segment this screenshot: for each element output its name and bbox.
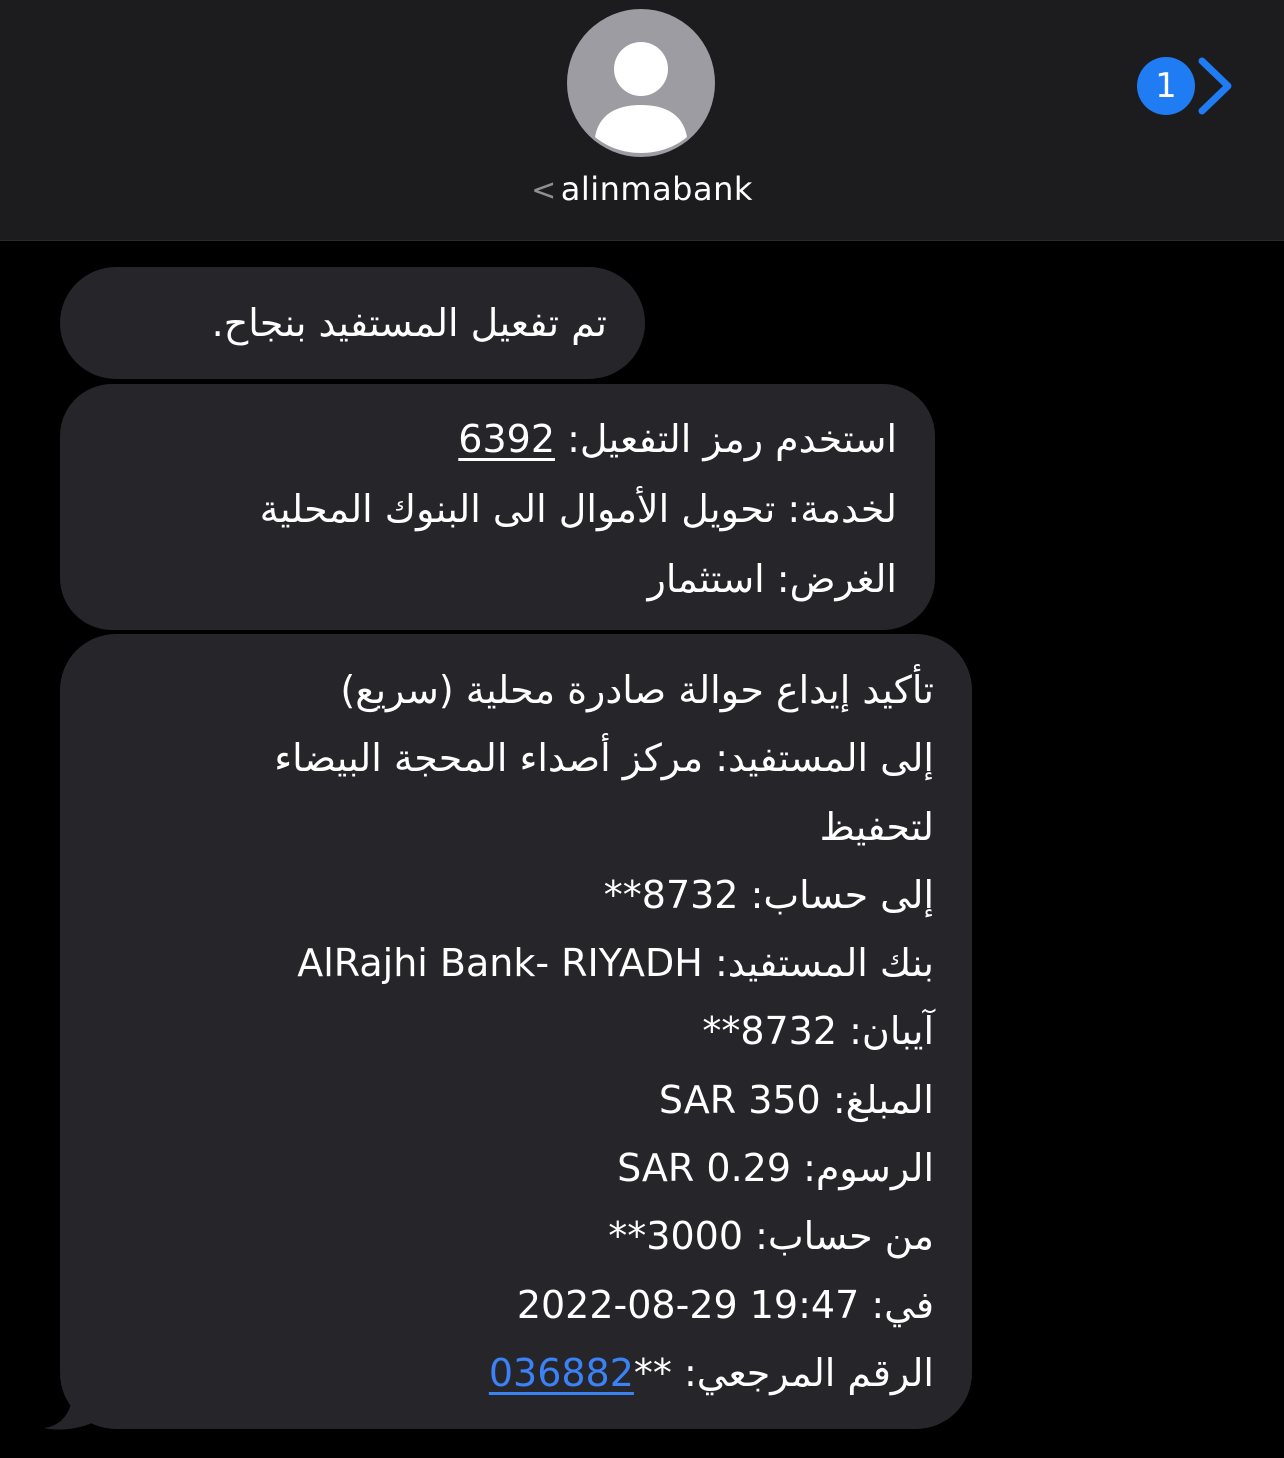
to-account-line: إلى حساب: **8732: [98, 861, 934, 929]
reference-line: الرقم المرجعي: 036882**: [98, 1339, 934, 1407]
from-account-value: **3000: [608, 1214, 744, 1259]
reference-prefix: **: [633, 1350, 672, 1395]
activation-code-label: استخدم رمز التفعيل:: [555, 417, 897, 461]
activation-code-line: استخدم رمز التفعيل: 6392: [98, 404, 897, 474]
iban-label: آيبان:: [837, 1009, 934, 1054]
amount-line: المبلغ: SAR 350: [98, 1066, 934, 1134]
back-chevron-icon: <: [531, 173, 557, 208]
fees-line: الرسوم: SAR 0.29: [98, 1134, 934, 1202]
unread-count-badge[interactable]: 1: [1137, 57, 1195, 115]
iban-value: **8732: [702, 1009, 838, 1054]
from-account-line: من حساب: **3000: [98, 1202, 934, 1270]
beneficiary-line-continued: لتحفيظ: [819, 804, 934, 849]
beneficiary-bank-line: بنك المستفيد: AlRajhi Bank- RIYADH: [98, 929, 934, 997]
amount-label: المبلغ:: [820, 1077, 934, 1122]
to-account-label: إلى حساب:: [738, 872, 934, 917]
from-account-label: من حساب:: [743, 1214, 934, 1259]
bubble-tail: [44, 1400, 98, 1430]
contact-avatar[interactable]: [567, 9, 715, 157]
to-account-value: **8732: [603, 872, 739, 917]
reference-value: 036882**: [489, 1351, 672, 1395]
beneficiary-bank-value: AlRajhi Bank- RIYADH: [297, 941, 703, 986]
reference-number-link[interactable]: 036882: [489, 1351, 634, 1395]
conversation-header: < alinmabank 1: [0, 0, 1284, 241]
contact-name: alinmabank: [560, 170, 753, 208]
datetime-label: في:: [859, 1282, 934, 1327]
fees-label: الرسوم:: [791, 1146, 934, 1191]
iban-line: آيبان: **8732: [98, 997, 934, 1065]
message-text: تم تفعيل المستفيد بنجاح.: [211, 301, 607, 345]
message-bubble-activation-code[interactable]: استخدم رمز التفعيل: 6392 لخدمة: تحويل ال…: [60, 384, 935, 630]
beneficiary-line: إلى المستفيد: مركز أصداء المحجة البيضاء: [274, 736, 934, 781]
chevron-right-icon[interactable]: [1192, 55, 1236, 117]
message-bubble-transfer-confirmation[interactable]: تأكيد إيداع حوالة صادرة محلية (سريع) إلى…: [60, 634, 972, 1429]
fees-value: SAR 0.29: [617, 1146, 792, 1191]
service-line: لخدمة: تحويل الأموال الى البنوك المحلية: [259, 487, 897, 531]
datetime-value: 2022-08-29 19:47: [516, 1282, 860, 1327]
activation-code[interactable]: 6392: [458, 417, 555, 461]
confirmation-title: تأكيد إيداع حوالة صادرة محلية (سريع): [340, 668, 934, 712]
amount-value: SAR 350: [658, 1077, 821, 1122]
message-bubble-activation-success[interactable]: تم تفعيل المستفيد بنجاح.: [60, 267, 645, 379]
beneficiary-bank-label: بنك المستفيد:: [702, 941, 934, 986]
person-icon: [595, 42, 687, 153]
datetime-line: في: 2022-08-29 19:47: [98, 1271, 934, 1339]
contact-name-button[interactable]: < alinmabank: [0, 170, 1284, 208]
purpose-line: الغرض: استثمار: [647, 557, 898, 601]
reference-label: الرقم المرجعي:: [671, 1350, 934, 1395]
